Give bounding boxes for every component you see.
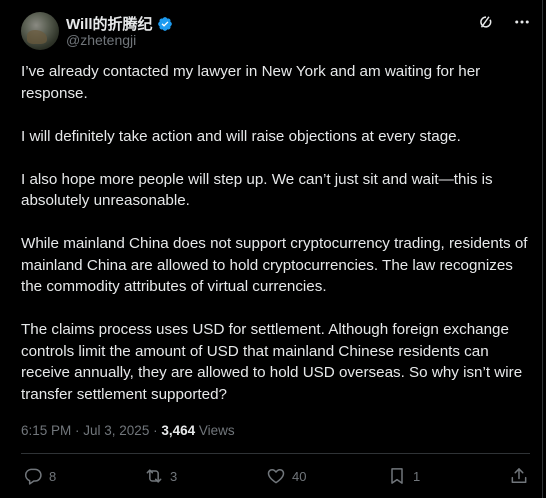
verified-badge-icon: [157, 16, 173, 32]
paragraph-1: I’ve already contacted my lawyer in New …: [21, 63, 481, 102]
post-text: I’ve already contacted my lawyer in New …: [21, 61, 531, 427]
bookmark-button[interactable]: 1: [387, 466, 420, 486]
views-label: Views: [195, 423, 235, 438]
paragraph-3: I also hope more people will step up. We…: [21, 170, 493, 210]
paragraph-4: While mainland China does not support cr…: [21, 235, 528, 295]
bookmark-count: 1: [413, 468, 421, 484]
grok-icon[interactable]: [476, 12, 496, 32]
reply-count: 8: [49, 468, 57, 484]
post-timestamp[interactable]: 6:15 PM · Jul 3, 2025 ·: [21, 423, 161, 438]
post-detail: Will的折腾纪 @zhetengji I’ve already contact…: [0, 0, 543, 498]
bookmark-icon: [391, 468, 403, 484]
author-name-row: Will的折腾纪: [66, 13, 173, 34]
like-button[interactable]: 40: [266, 466, 306, 486]
reply-button[interactable]: 8: [23, 466, 56, 486]
share-button[interactable]: [509, 466, 529, 486]
paragraph-5: The claims process uses USD for settleme…: [21, 321, 523, 403]
divider: [21, 453, 530, 454]
share-icon: [511, 468, 527, 483]
avatar[interactable]: [21, 12, 59, 50]
action-bar: 8 3 40 1: [23, 466, 533, 488]
repost-count: 3: [170, 468, 178, 484]
reply-icon: [24, 468, 42, 485]
repost-button[interactable]: 3: [144, 466, 177, 486]
like-count: 40: [292, 468, 307, 484]
author-handle[interactable]: @zhetengji: [66, 32, 136, 48]
post-meta: 6:15 PM · Jul 3, 2025 · 3,464 Views: [21, 423, 235, 438]
like-icon: [267, 469, 285, 484]
top-actions: [476, 12, 532, 32]
repost-icon: [146, 469, 162, 483]
views-count: 3,464: [161, 423, 196, 438]
more-icon[interactable]: [512, 12, 532, 32]
paragraph-2: I will definitely take action and will r…: [21, 127, 461, 145]
author-display-name[interactable]: Will的折腾纪: [66, 13, 153, 34]
